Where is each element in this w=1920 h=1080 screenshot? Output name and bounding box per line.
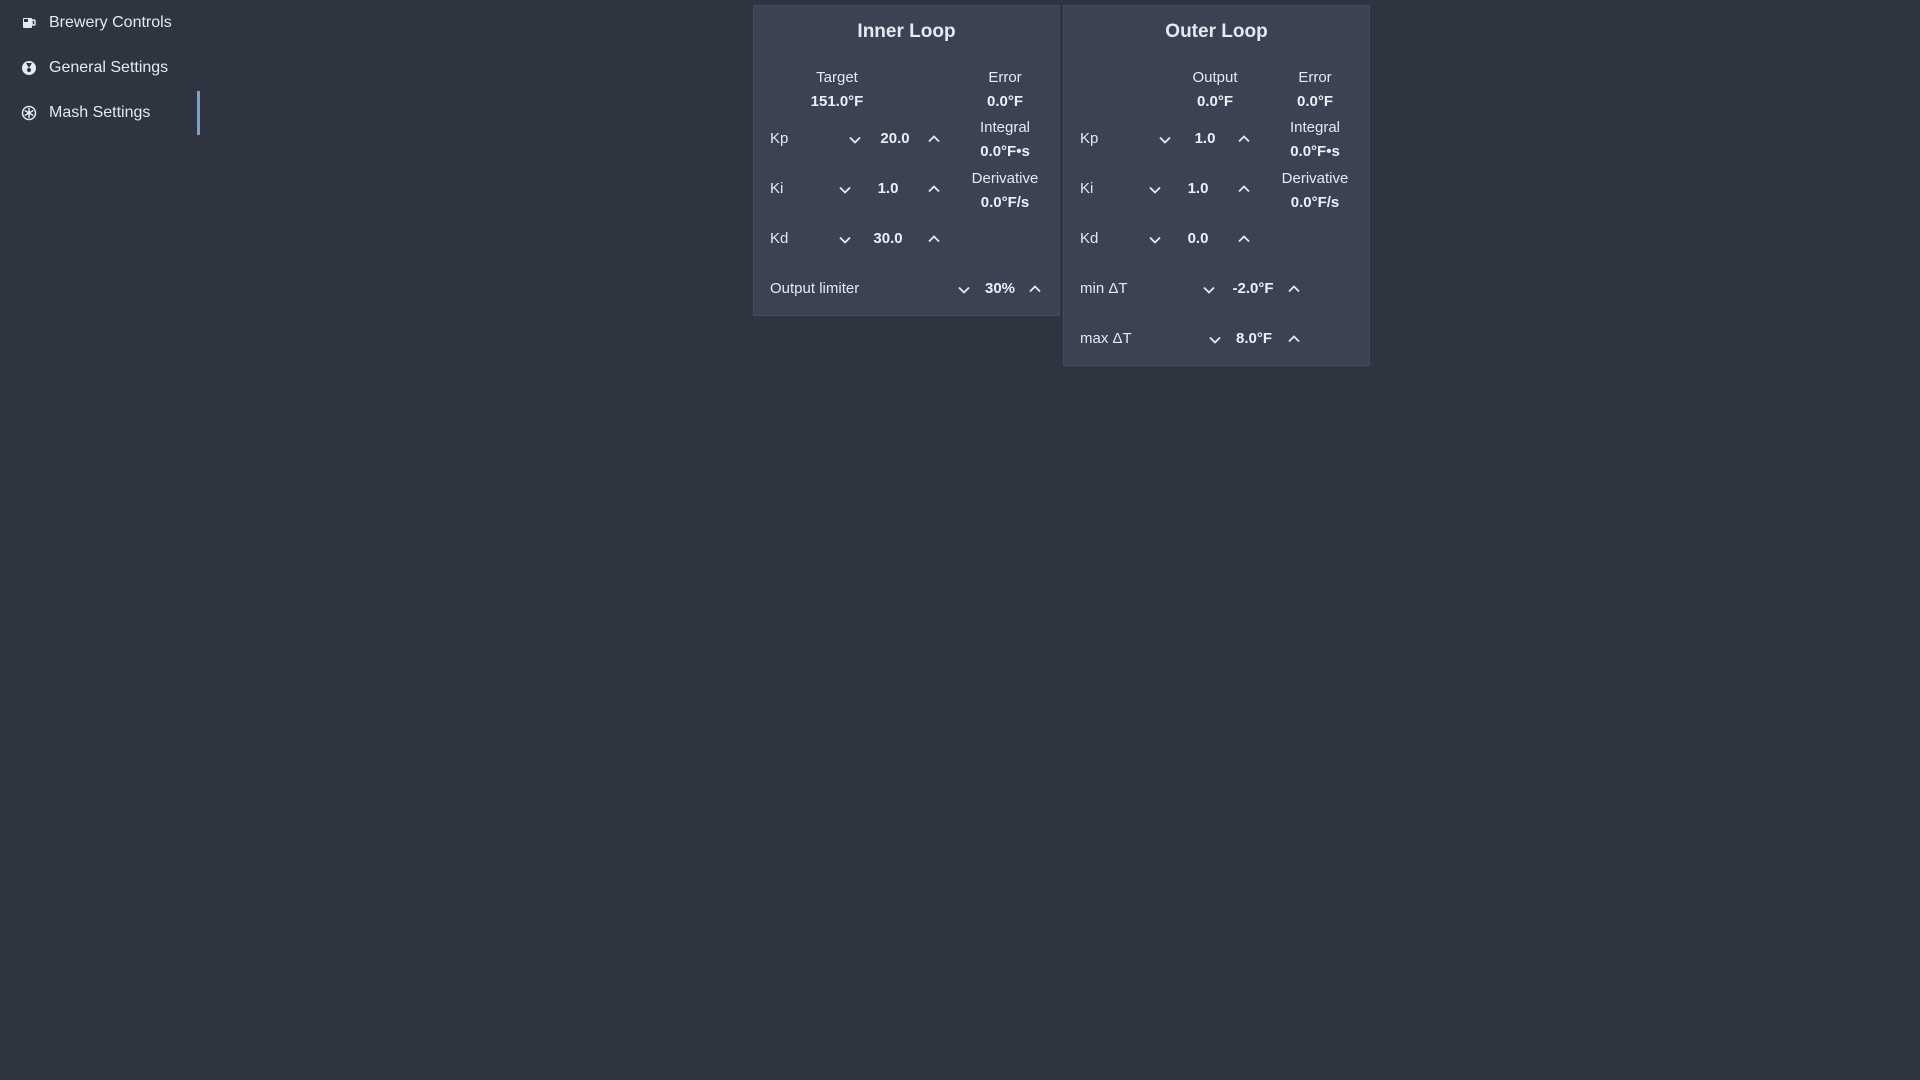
sidebar-item-general-settings[interactable]: General Settings [18,46,200,90]
ki-increment-button[interactable] [1234,179,1254,199]
derivative-stat: Derivative 0.0°F/s [1260,167,1370,215]
sidebar-item-brewery-controls[interactable]: Brewery Controls [18,1,200,45]
error-label: Error [988,69,1022,86]
chevron-down-icon [849,136,861,144]
ki-decrement-button[interactable] [1145,180,1165,200]
chevron-down-icon [1149,236,1161,244]
sidebar-item-label: General Settings [49,59,169,76]
derivative-label: Derivative [1281,170,1349,187]
chevron-down-icon [1149,186,1161,194]
derivative-value: 0.0°F/s [980,194,1030,211]
kd-increment-button[interactable] [924,229,944,249]
kp-label: Kp [1080,130,1099,147]
sidebar-item-label: Brewery Controls [49,14,172,31]
chevron-up-icon [1238,135,1250,143]
panel-title: Inner Loop [857,21,956,42]
output-limiter-label: Output limiter [770,280,860,297]
outer-loop-panel: Outer Loop Output 0.0°F Error 0.0°F Inte… [1063,5,1370,366]
ki-decrement-button[interactable] [835,180,855,200]
target-stat: Target 151.0°F [782,66,892,114]
kd-decrement-button[interactable] [1145,230,1165,250]
chevron-down-icon [1203,286,1215,294]
integral-value: 0.0°F•s [980,143,1030,160]
chevron-up-icon [928,185,940,193]
sidebar-item-mash-settings[interactable]: Mash Settings [18,91,200,135]
settings-icon [18,57,40,79]
kd-label: Kd [770,230,789,247]
output-value: 0.0°F [1196,93,1233,110]
kp-value: 1.0 [1194,130,1216,147]
chevron-down-icon [958,286,970,294]
integral-stat: Integral 0.0°F•s [1260,116,1370,164]
kd-increment-button[interactable] [1234,229,1254,249]
inner-loop-panel: Inner Loop Target 151.0°F Error 0.0°F In… [753,5,1060,316]
target-label: Target [816,69,858,86]
max-delta-t-decrement-button[interactable] [1205,330,1225,350]
chevron-down-icon [1209,336,1221,344]
panel-title: Outer Loop [1165,21,1268,42]
kp-decrement-button[interactable] [1155,130,1175,150]
min-delta-t-value: -2.0°F [1232,280,1274,297]
error-stat: Error 0.0°F [1260,66,1370,114]
chevron-up-icon [928,235,940,243]
ki-label: Ki [770,180,784,197]
output-limiter-increment-button[interactable] [1025,279,1045,299]
error-label: Error [1298,69,1332,86]
chevron-up-icon [1288,285,1300,293]
min-delta-t-label: min ΔT [1080,280,1128,297]
brewery-icon [18,12,40,34]
derivative-value: 0.0°F/s [1290,194,1340,211]
min-delta-t-decrement-button[interactable] [1199,280,1219,300]
kp-label: Kp [770,130,789,147]
kd-value: 30.0 [873,230,903,247]
ki-value: 1.0 [877,180,899,197]
chevron-up-icon [1029,285,1041,293]
output-limiter-decrement-button[interactable] [954,280,974,300]
max-delta-t-increment-button[interactable] [1284,329,1304,349]
chevron-up-icon [1238,235,1250,243]
max-delta-t-label: max ΔT [1080,330,1132,347]
output-stat: Output 0.0°F [1160,66,1270,114]
chevron-down-icon [839,186,851,194]
ki-value: 1.0 [1187,180,1209,197]
target-value: 151.0°F [810,93,864,110]
ki-increment-button[interactable] [924,179,944,199]
kp-decrement-button[interactable] [845,130,865,150]
sidebar: Brewery Controls General Settings Mash S… [0,0,200,135]
error-value: 0.0°F [986,93,1023,110]
mash-icon [18,102,40,124]
derivative-stat: Derivative 0.0°F/s [950,167,1060,215]
integral-stat: Integral 0.0°F•s [950,116,1060,164]
error-value: 0.0°F [1296,93,1333,110]
integral-value: 0.0°F•s [1290,143,1340,160]
error-stat: Error 0.0°F [950,66,1060,114]
integral-label: Integral [1289,119,1341,136]
chevron-up-icon [1238,185,1250,193]
ki-label: Ki [1080,180,1094,197]
chevron-up-icon [1288,335,1300,343]
min-delta-t-increment-button[interactable] [1284,279,1304,299]
kp-increment-button[interactable] [924,129,944,149]
max-delta-t-value: 8.0°F [1235,330,1272,347]
chevron-up-icon [928,135,940,143]
integral-label: Integral [979,119,1031,136]
chevron-down-icon [1159,136,1171,144]
sidebar-item-label: Mash Settings [49,104,151,121]
kd-label: Kd [1080,230,1099,247]
kp-value: 20.0 [880,130,910,147]
kp-increment-button[interactable] [1234,129,1254,149]
output-limiter-value: 30% [984,280,1016,297]
kd-value: 0.0 [1187,230,1209,247]
derivative-label: Derivative [971,170,1039,187]
output-label: Output [1192,69,1238,86]
kd-decrement-button[interactable] [835,230,855,250]
chevron-down-icon [839,236,851,244]
